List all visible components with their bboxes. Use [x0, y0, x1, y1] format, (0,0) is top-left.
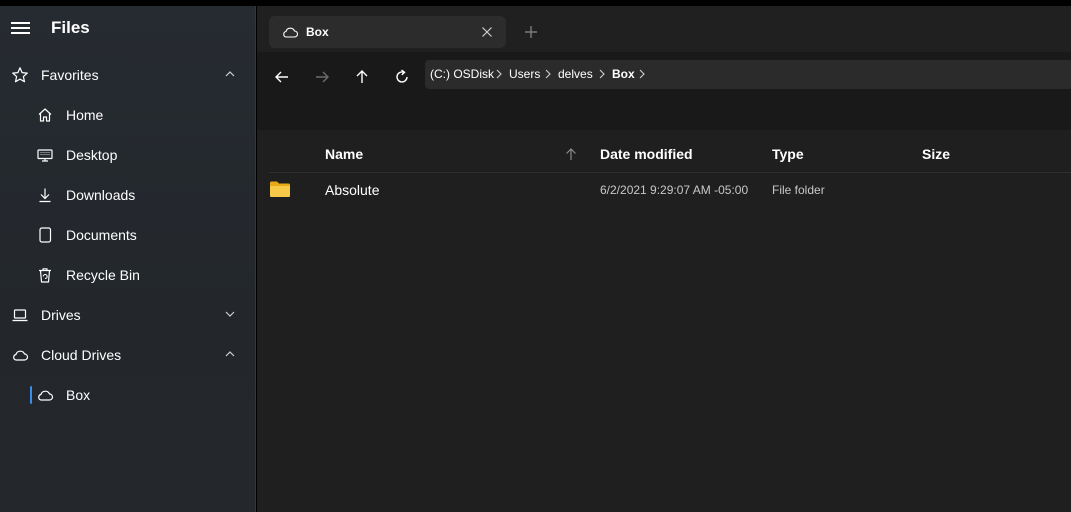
column-header-name[interactable]: Name	[325, 146, 363, 162]
table-row[interactable]: Absolute 6/2/2021 9:29:07 AM -05:00 File…	[269, 176, 1071, 204]
download-icon	[39, 188, 51, 203]
column-header-date-modified[interactable]: Date modified	[600, 146, 693, 162]
close-tab-icon[interactable]	[479, 24, 495, 40]
sidebar-section-label: Drives	[41, 307, 81, 323]
sidebar-item-label: Downloads	[66, 187, 136, 203]
file-date-modified: 6/2/2021 9:29:07 AM -05:00	[600, 183, 749, 197]
chevron-down-icon[interactable]	[223, 307, 237, 321]
sidebar-section-label: Favorites	[41, 67, 99, 83]
app-title: Files	[51, 18, 90, 37]
back-arrow-icon[interactable]	[269, 64, 295, 90]
breadcrumb-item[interactable]: Box	[612, 67, 635, 81]
chevron-up-icon[interactable]	[223, 67, 237, 81]
sort-ascending-icon[interactable]	[563, 146, 579, 162]
tab-box[interactable]: Box	[269, 16, 506, 48]
desktop-icon	[37, 149, 53, 162]
tab-bar: Box	[257, 6, 1071, 52]
document-icon	[39, 227, 52, 243]
sidebar-item-recycle-bin[interactable]: Recycle Bin	[0, 257, 256, 293]
main-pane: Box (C:) OSDisk Users delves Box Name Da…	[257, 6, 1071, 512]
sidebar-item-box[interactable]: Box	[0, 377, 256, 413]
selection-indicator	[30, 386, 32, 404]
sidebar-section-drives[interactable]: Drives	[0, 297, 256, 333]
column-header-type[interactable]: Type	[772, 146, 804, 162]
chevron-right-icon[interactable]	[543, 68, 553, 80]
sidebar-item-label: Home	[66, 107, 104, 123]
sidebar-section-cloud-drives[interactable]: Cloud Drives	[0, 337, 256, 373]
sidebar-item-label: Desktop	[66, 147, 118, 163]
sidebar-item-downloads[interactable]: Downloads	[0, 177, 256, 213]
forward-arrow-icon[interactable]	[309, 64, 335, 90]
up-arrow-icon[interactable]	[349, 64, 375, 90]
address-bar[interactable]: (C:) OSDisk Users delves Box	[425, 60, 1071, 89]
breadcrumb-item[interactable]: delves	[558, 67, 593, 81]
sidebar-item-desktop[interactable]: Desktop	[0, 137, 256, 173]
sidebar-section-favorites[interactable]: Favorites	[0, 57, 256, 93]
sidebar-item-home[interactable]: Home	[0, 97, 256, 133]
home-icon	[38, 108, 52, 122]
file-list: Name Date modified Type Size Absolute 6/…	[257, 130, 1071, 512]
hamburger-menu-icon[interactable]	[11, 21, 31, 35]
column-header-size[interactable]: Size	[922, 146, 950, 162]
file-name: Absolute	[325, 182, 380, 198]
new-tab-icon[interactable]	[521, 22, 541, 42]
chevron-right-icon[interactable]	[637, 68, 647, 80]
header-divider	[269, 172, 1071, 173]
sidebar: Files Favorites Home Desktop Downloads D…	[0, 6, 256, 512]
star-icon	[12, 67, 28, 83]
cloud-icon	[38, 390, 54, 401]
chevron-right-icon[interactable]	[494, 68, 504, 80]
chevron-right-icon[interactable]	[597, 68, 607, 80]
folder-icon	[270, 181, 290, 197]
file-type: File folder	[772, 183, 825, 197]
navigation-toolbar: (C:) OSDisk Users delves Box	[257, 52, 1071, 130]
refresh-icon[interactable]	[389, 64, 415, 90]
sidebar-section-label: Cloud Drives	[41, 347, 122, 363]
breadcrumb-item[interactable]: Users	[509, 67, 540, 81]
chevron-up-icon[interactable]	[223, 347, 237, 361]
tab-label: Box	[306, 25, 329, 39]
recycle-bin-icon	[39, 268, 51, 283]
cloud-icon	[13, 350, 29, 361]
sidebar-item-documents[interactable]: Documents	[0, 217, 256, 253]
cloud-icon	[283, 27, 298, 38]
sidebar-item-label: Recycle Bin	[66, 267, 140, 283]
sidebar-item-label: Box	[66, 387, 91, 403]
sidebar-item-label: Documents	[66, 227, 137, 243]
breadcrumb-item[interactable]: (C:) OSDisk	[430, 67, 494, 81]
sidebar-header: Files	[0, 6, 256, 50]
laptop-icon	[12, 309, 28, 322]
